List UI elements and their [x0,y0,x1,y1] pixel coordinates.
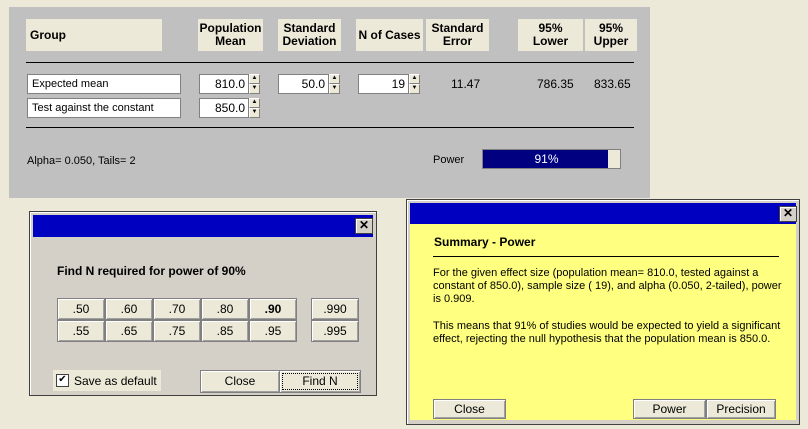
summary-paragraph-1: For the given effect size (population me… [433,267,782,305]
alpha-tails-text: Alpha= 0.050, Tails= 2 [27,155,136,167]
close-button[interactable]: Close [200,370,280,393]
spin-down-icon[interactable]: ▼ [329,84,340,94]
header-population-mean: Population Mean [198,19,263,51]
find-n-dialog: ✕ Find N required for power of 90% .50 .… [29,211,377,396]
power-60-button[interactable]: .60 [105,298,153,320]
header-standard-deviation: Standard Deviation [278,19,341,51]
power-55-button[interactable]: .55 [57,320,105,342]
close-icon[interactable]: ✕ [355,218,373,234]
power-progress-bar: 91% [482,149,621,169]
checkbox-checked-icon[interactable]: ✔ [56,374,69,387]
power-label: Power [433,154,465,166]
standard-deviation-stepper[interactable]: 50.0 ▲ ▼ [278,74,340,94]
standard-error-value: 11.47 [451,77,481,91]
spin-up-icon[interactable]: ▲ [249,98,260,108]
header-95-upper: 95% Upper [585,19,637,51]
power-value-text: 91% [534,152,559,166]
header-standard-error: Standard Error [426,19,489,51]
summary-titlebar [410,203,796,225]
summary-title-divider [433,256,779,257]
power-995-button[interactable]: .995 [311,320,359,342]
spin-up-icon[interactable]: ▲ [409,74,420,84]
spin-down-icon[interactable]: ▼ [409,84,420,94]
standard-deviation-value[interactable]: 50.0 [278,74,329,94]
power-990-button[interactable]: .990 [311,298,359,320]
find-n-button[interactable]: Find N [279,370,361,393]
header-group: Group [26,19,162,51]
close-icon[interactable]: ✕ [779,206,797,222]
spin-down-icon[interactable]: ▼ [249,108,260,118]
spin-up-icon[interactable]: ▲ [249,74,260,84]
header-95-lower: 95% Lower [518,19,583,51]
find-n-heading: Find N required for power of 90% [57,264,246,278]
save-default-label: Save as default [74,374,157,388]
summary-close-button[interactable]: Close [433,399,506,419]
power-65-button[interactable]: .65 [105,320,153,342]
power-90-button[interactable]: .90 [249,298,297,320]
power-80-button[interactable]: .80 [201,298,249,320]
constant-stepper[interactable]: 850.0 ▲ ▼ [199,98,260,118]
constant-label-field[interactable]: Test against the constant [27,98,181,118]
upper-95-value: 833.65 [594,77,631,91]
power-50-button[interactable]: .50 [57,298,105,320]
summary-title: Summary - Power [434,235,536,249]
summary-power-button[interactable]: Power [633,399,706,419]
n-of-cases-value[interactable]: 19 [358,74,409,94]
power-85-button[interactable]: .85 [201,320,249,342]
population-mean-stepper[interactable]: 810.0 ▲ ▼ [199,74,260,94]
expected-mean-label-field[interactable]: Expected mean [27,74,181,94]
spin-up-icon[interactable]: ▲ [329,74,340,84]
spin-down-icon[interactable]: ▼ [249,84,260,94]
lower-95-value: 786.35 [537,77,574,91]
power-95-button[interactable]: .95 [249,320,297,342]
summary-paragraph-2: This means that 91% of studies would be … [433,320,781,345]
save-default-checkbox-area[interactable]: ✔ Save as default [53,370,161,391]
power-75-button[interactable]: .75 [153,320,201,342]
n-of-cases-stepper[interactable]: 19 ▲ ▼ [358,74,420,94]
header-divider [26,62,634,63]
summary-precision-button[interactable]: Precision [706,399,776,419]
header-n-of-cases: N of Cases [356,19,423,51]
find-n-titlebar [33,215,373,237]
power-70-button[interactable]: .70 [153,298,201,320]
constant-value[interactable]: 850.0 [199,98,249,118]
rows-divider [26,127,634,128]
population-mean-value[interactable]: 810.0 [199,74,249,94]
